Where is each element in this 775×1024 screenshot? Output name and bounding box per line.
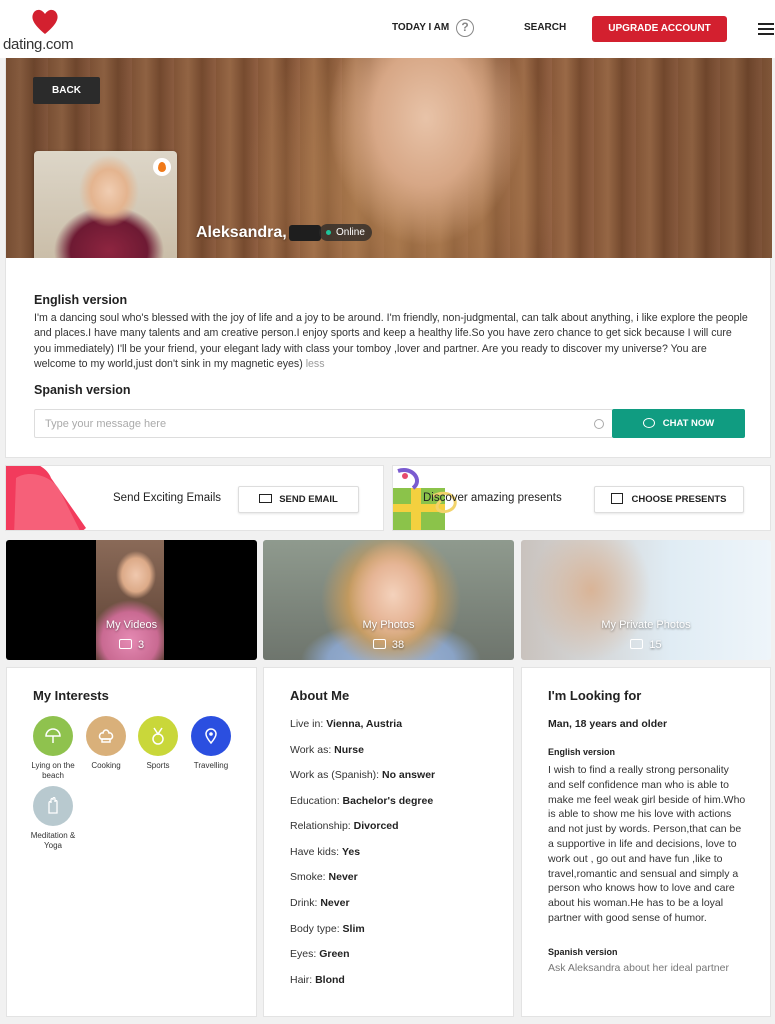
interest-item: Meditation & Yoga — [27, 786, 79, 851]
looking-for-summary: Man, 18 years and older — [548, 718, 668, 730]
umbrella-icon — [33, 716, 73, 756]
my-private-photos-tile[interactable]: My Private Photos 15 — [521, 540, 771, 660]
interest-label: Cooking — [91, 761, 121, 770]
flame-badge-icon — [153, 158, 171, 176]
choose-presents-button[interactable]: CHOOSE PRESENTS — [594, 486, 744, 513]
video-camera-icon — [118, 639, 132, 649]
english-bio: I'm a dancing soul who's blessed with th… — [34, 311, 749, 372]
less-link[interactable]: less — [306, 358, 325, 370]
send-emails-promo: Send Exciting Emails SEND EMAIL — [5, 465, 384, 531]
chat-bubble-icon — [642, 418, 655, 428]
medal-icon — [138, 716, 178, 756]
heart-decoration-icon — [6, 466, 86, 530]
my-photos-label: My Photos — [362, 619, 415, 631]
interest-item: Travelling — [185, 716, 237, 771]
about-row: Education: Bachelor's degree — [290, 795, 434, 807]
looking-for-title: I'm Looking for — [548, 688, 642, 703]
about-row: Have kids: Yes — [290, 846, 361, 858]
logo-text: dating.com — [3, 36, 74, 53]
search-link[interactable]: SEARCH — [524, 22, 566, 33]
interest-item: Sports — [132, 716, 184, 771]
about-row: Work as (Spanish): No answer — [290, 769, 436, 781]
about-row: Hair: Blond — [290, 974, 345, 986]
profile-avatar[interactable] — [34, 151, 177, 258]
my-photos-count: 38 — [263, 639, 514, 651]
send-email-button[interactable]: SEND EMAIL — [238, 486, 359, 513]
chef-hat-icon — [86, 716, 126, 756]
interest-item: Cooking — [80, 716, 132, 771]
back-button[interactable]: BACK — [33, 77, 100, 104]
my-videos-label: My Videos — [105, 619, 158, 631]
about-me-title: About Me — [290, 688, 350, 703]
english-version-title: English version — [34, 293, 128, 307]
today-i-am-link[interactable]: TODAY I AM — [392, 22, 449, 33]
about-row: Drink: Never — [290, 897, 350, 909]
top-header: dating.com TODAY I AM ? SEARCH UPGRADE A… — [0, 0, 775, 58]
my-photos-tile[interactable]: My Photos 38 — [263, 540, 514, 660]
interest-label: Lying on the beach — [31, 761, 75, 780]
about-row: Smoke: Never — [290, 871, 358, 883]
interest-label: Meditation & Yoga — [30, 831, 76, 850]
help-icon[interactable]: ? — [456, 19, 474, 37]
looking-spanish-text: Ask Aleksandra about her ideal partner — [548, 962, 729, 974]
online-status-badge: Online — [319, 224, 372, 241]
interest-item: Lying on the beach — [27, 716, 79, 781]
profile-card: BACK Aleksandra, Online English version … — [5, 58, 772, 458]
gift-icon — [611, 493, 624, 504]
about-row: Relationship: Divorced — [290, 820, 399, 832]
cover-photo: BACK Aleksandra, Online — [6, 58, 772, 258]
looking-english-title: English version — [548, 747, 616, 757]
send-emails-text: Send Exciting Emails — [113, 492, 222, 504]
about-row: Body type: Slim — [290, 923, 365, 935]
redacted-age — [289, 225, 321, 241]
presents-text: Discover amazing presents — [423, 492, 562, 504]
dating-logo[interactable]: dating.com — [3, 4, 83, 54]
upgrade-account-button[interactable]: UPGRADE ACCOUNT — [592, 16, 727, 42]
looking-english-text: I wish to find a really strong personali… — [548, 764, 746, 924]
message-input[interactable] — [35, 410, 575, 437]
english-bio-text: I'm a dancing soul who's blessed with th… — [34, 312, 748, 370]
send-email-label: SEND EMAIL — [279, 494, 338, 505]
map-pin-icon — [191, 716, 231, 756]
about-row: Eyes: Green — [290, 948, 350, 960]
looking-spanish-title: Spanish version — [548, 947, 618, 957]
about-row: Work as: Nurse — [290, 744, 364, 756]
emoji-icon[interactable] — [594, 419, 604, 429]
hamburger-menu-icon[interactable] — [758, 23, 774, 35]
interest-label: Sports — [146, 761, 170, 770]
heart-logo-icon — [32, 9, 58, 34]
interests-card: My Interests Lying on the beach Cooking … — [6, 667, 257, 1017]
about-row: Live in: Vienna, Austria — [290, 718, 403, 730]
my-private-photos-label: My Private Photos — [601, 619, 691, 631]
chat-now-button[interactable]: CHAT NOW — [612, 409, 745, 438]
presents-promo: Discover amazing presents CHOOSE PRESENT… — [392, 465, 771, 531]
interest-label: Travelling — [193, 761, 229, 770]
my-videos-tile[interactable]: My Videos 3 — [6, 540, 257, 660]
camera-icon — [630, 639, 644, 649]
lotus-hand-icon — [33, 786, 73, 826]
chat-now-label: CHAT NOW — [662, 418, 715, 429]
message-field[interactable] — [34, 409, 613, 438]
envelope-icon — [259, 494, 273, 503]
choose-presents-label: CHOOSE PRESENTS — [631, 494, 727, 505]
interests-title: My Interests — [33, 688, 109, 703]
looking-for-card: I'm Looking for Man, 18 years and older … — [521, 667, 771, 1017]
my-videos-count: 3 — [6, 639, 257, 651]
profile-name: Aleksandra, — [196, 224, 287, 241]
spanish-version-title: Spanish version — [34, 383, 131, 397]
my-private-photos-count: 15 — [521, 639, 771, 651]
camera-icon — [372, 639, 386, 649]
about-me-card: About Me Live in: Vienna, Austria Work a… — [263, 667, 514, 1017]
